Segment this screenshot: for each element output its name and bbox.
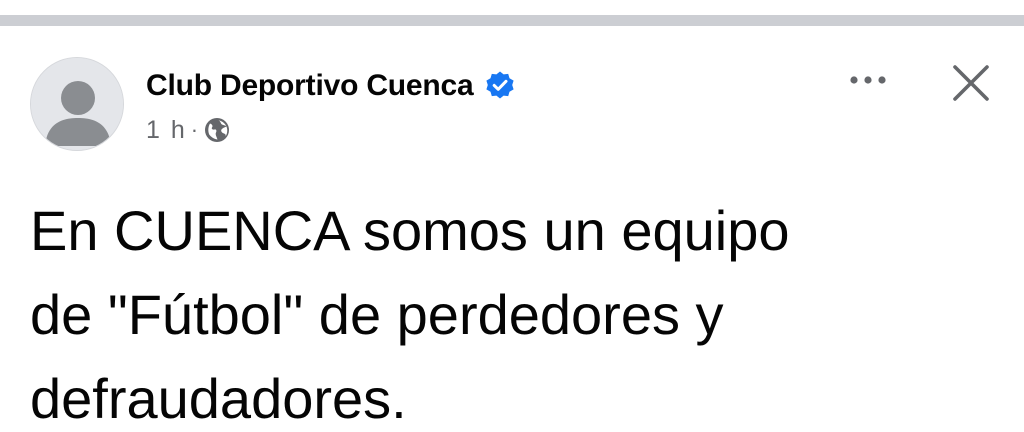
more-options-icon	[850, 76, 886, 84]
post-body-line-1: En CUENCA somos un equipo	[30, 199, 790, 262]
verified-badge-icon	[484, 70, 516, 102]
post-body: En CUENCA somos un equipo de "Fútbol" de…	[30, 189, 990, 432]
post-card: Club Deportivo Cuenca 1 h · En CUENCA so…	[0, 26, 1024, 432]
feed-divider	[0, 15, 1024, 26]
close-icon	[953, 65, 989, 101]
more-options-button[interactable]	[842, 62, 894, 98]
post-meta: 1 h ·	[146, 114, 230, 146]
globe-icon[interactable]	[204, 117, 230, 143]
post-body-line-3: defraudadores.	[30, 367, 407, 430]
author-name[interactable]: Club Deportivo Cuenca	[146, 69, 474, 103]
close-button[interactable]	[946, 58, 996, 108]
post-body-line-2: de "Fútbol" de perdedores y	[30, 283, 724, 346]
avatar[interactable]	[30, 57, 124, 151]
page: Club Deportivo Cuenca 1 h · En CUENCA so…	[0, 0, 1024, 432]
meta-separator: ·	[190, 117, 199, 142]
post-timestamp[interactable]: 1 h	[146, 116, 187, 145]
default-avatar-icon	[31, 58, 123, 150]
author-row: Club Deportivo Cuenca	[146, 66, 516, 106]
